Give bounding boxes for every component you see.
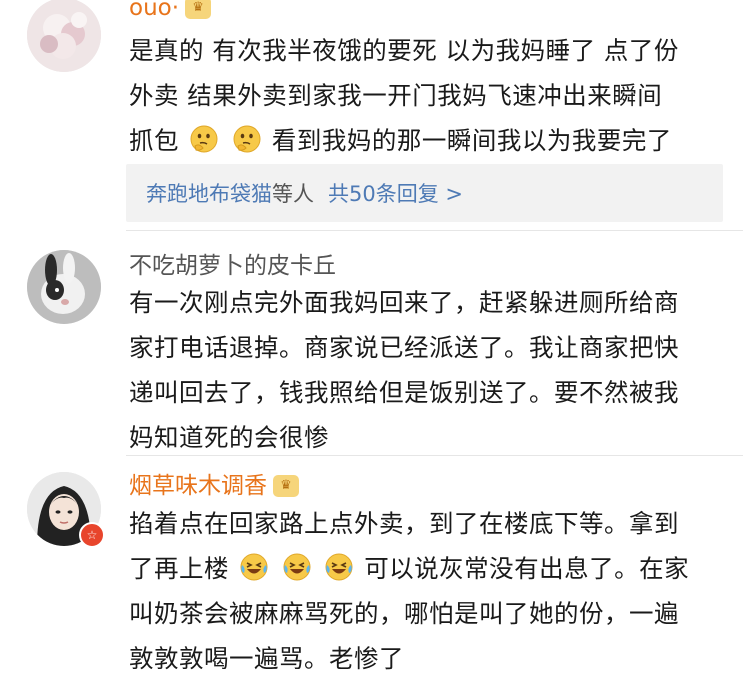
comment-text-segment: 抓包 — [129, 126, 179, 155]
username-text[interactable]: ouo· — [129, 0, 179, 22]
laughing-crying-emoji-icon — [240, 553, 268, 581]
comment-line: 敦敦敦喝一遍骂。老惨了 — [129, 644, 404, 673]
username[interactable]: 烟草味木调香 ♛ — [129, 472, 299, 500]
comment-line: 了再上楼 可以说灰常没有出息了。在家 — [129, 546, 689, 591]
comment-line: 外卖 结果外卖到家我一开门我妈飞速冲出来瞬间 — [129, 81, 663, 110]
comment-line: 妈知道死的会很惨 — [129, 423, 329, 452]
comment-text-segment: 看到我妈的那一瞬间我以为我要完了 — [271, 126, 672, 155]
comment-line: 抓包 看到我妈的那一瞬间我以为我要完了 — [129, 118, 679, 163]
reply-user-link[interactable]: 奔跑地布袋猫 — [146, 178, 272, 208]
divider — [126, 230, 743, 231]
vip-crown-icon: ♛ — [273, 475, 299, 497]
comment-line: 掐着点在回家路上点外卖，到了在楼底下等。拿到 — [129, 509, 679, 538]
username-text[interactable]: 不吃胡萝卜的皮卡丘 — [129, 252, 336, 280]
vip-star-icon: ☆ — [79, 522, 105, 548]
reply-summary[interactable]: 奔跑地布袋猫 等人 共50条回复 > — [126, 164, 723, 222]
username[interactable]: ouo· ♛ — [129, 0, 212, 22]
comment-body: 是真的 有次我半夜饿的要死 以为我妈睡了 点了份 外卖 结果外卖到家我一开门我妈… — [129, 28, 679, 163]
comment-text-segment: 可以说灰常没有出息了。在家 — [364, 554, 690, 583]
comment-line: 叫奶茶会被麻麻骂死的，哪怕是叫了她的份，一遍 — [129, 599, 679, 628]
comment-line: 家打电话退掉。商家说已经派送了。我让商家把快 — [129, 333, 679, 362]
vip-crown-icon: ♛ — [185, 0, 212, 19]
divider — [126, 455, 743, 456]
username[interactable]: 不吃胡萝卜的皮卡丘 — [129, 252, 336, 280]
username-text[interactable]: 烟草味木调香 — [129, 472, 267, 500]
avatar[interactable] — [27, 250, 101, 324]
comment-line: 有一次刚点完外面我妈回来了，赶紧躲进厕所给商 — [129, 288, 679, 317]
reply-plain-text: 等人 — [272, 182, 314, 206]
comment-body: 有一次刚点完外面我妈回来了，赶紧躲进厕所给商 家打电话退掉。商家说已经派送了。我… — [129, 280, 679, 460]
avatar[interactable] — [27, 0, 101, 72]
comment-text-segment: 了再上楼 — [129, 554, 229, 583]
laughing-crying-emoji-icon — [325, 553, 353, 581]
reply-count-link[interactable]: 共50条回复 > — [328, 178, 463, 208]
comment-line: 递叫回去了，钱我照给但是饭别送了。要不然被我 — [129, 378, 679, 407]
comment-body: 掐着点在回家路上点外卖，到了在楼底下等。拿到 了再上楼 可以说灰常没有出息了。在… — [129, 501, 689, 681]
thinking-face-emoji-icon — [233, 125, 261, 153]
thinking-face-emoji-icon — [190, 125, 218, 153]
comment-line: 是真的 有次我半夜饿的要死 以为我妈睡了 点了份 — [129, 36, 679, 65]
laughing-crying-emoji-icon — [283, 553, 311, 581]
